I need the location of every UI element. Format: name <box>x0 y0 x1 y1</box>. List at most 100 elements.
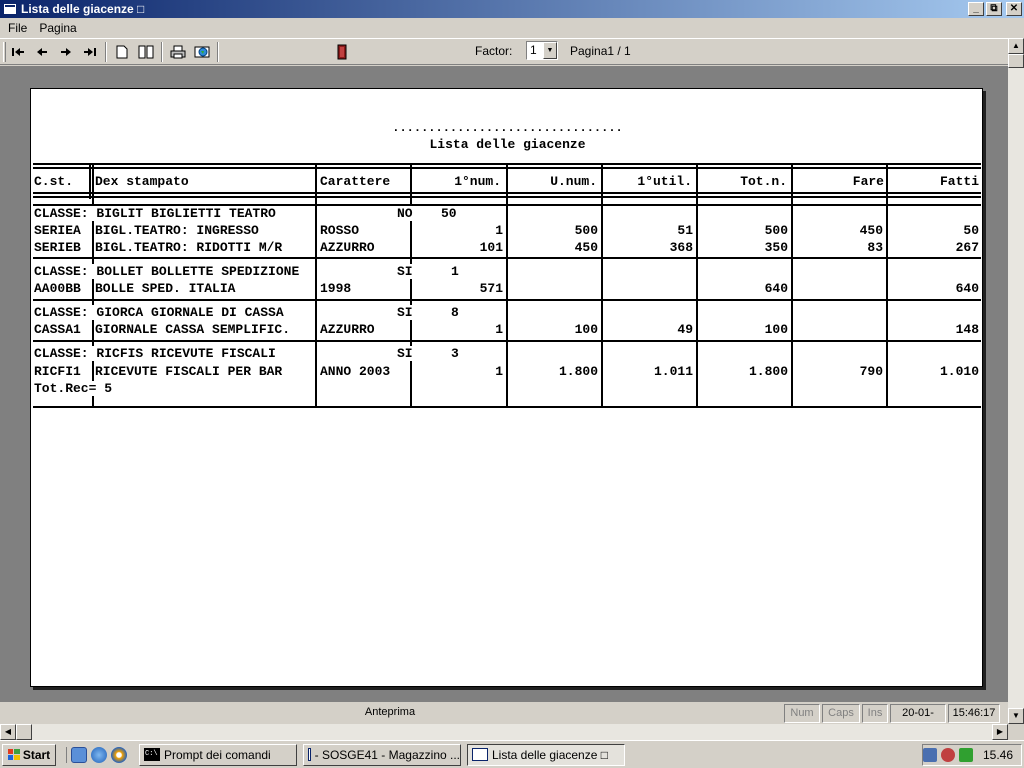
single-page-icon[interactable] <box>110 41 134 63</box>
task-label: Prompt dei comandi <box>164 747 271 762</box>
status-date: 20-01-2016 <box>890 703 946 723</box>
row-carattere: ROSSO <box>320 223 360 238</box>
clock[interactable]: 15.46 <box>983 748 1013 762</box>
print-icon[interactable] <box>166 41 190 63</box>
group-flag: SI <box>397 264 413 279</box>
row-totn: 1.800 <box>748 364 788 379</box>
export-icon[interactable] <box>190 41 214 63</box>
vertical-scroll-thumb[interactable] <box>1008 54 1024 68</box>
task-label: Lista delle giacenze □ <box>492 747 608 762</box>
update-icon[interactable] <box>958 748 973 762</box>
row-cst: RICFI1 <box>34 364 81 379</box>
column-header-1util: 1°util. <box>637 174 692 189</box>
quick-launch <box>66 746 127 763</box>
row-1util: 49 <box>677 322 693 337</box>
show-desktop-icon[interactable] <box>71 746 87 763</box>
toolbar-separator <box>161 41 163 62</box>
row-carattere: AZZURRO <box>320 240 375 255</box>
row-1num: 1 <box>495 223 503 238</box>
menu-file[interactable]: File <box>2 21 33 35</box>
row-fatti: 640 <box>955 281 979 296</box>
media-player-icon[interactable] <box>111 746 127 763</box>
internet-explorer-icon[interactable] <box>91 746 107 763</box>
row-totn: 350 <box>764 240 788 255</box>
row-1util: 1.011 <box>653 364 693 379</box>
row-dex: RICEVUTE FISCALI PER BAR <box>95 364 283 379</box>
horizontal-scrollbar[interactable]: ◀ ▶ <box>0 724 1008 740</box>
row-totn: 100 <box>764 322 788 337</box>
security-icon[interactable] <box>941 748 955 762</box>
row-fatti: 1.010 <box>939 364 979 379</box>
row-1num: 1 <box>495 364 503 379</box>
column-header-fare: Fare <box>852 174 884 189</box>
factor-select[interactable]: 1 ▼ <box>526 41 558 60</box>
row-dex: BIGL.TEATRO: INGRESSO <box>95 223 259 238</box>
close-button[interactable]: ✕ <box>1006 2 1022 16</box>
factor-value: 1 <box>530 43 537 57</box>
start-button[interactable]: Start <box>2 743 56 766</box>
row-dex: GIORNALE CASSA SEMPLIFIC. <box>95 322 291 337</box>
menu-bar: File Pagina <box>0 18 1024 38</box>
group-header-giorca: CLASSE: GIORCA GIORNALE DI CASSA <box>34 305 284 320</box>
status-mode: Anteprima <box>364 705 416 718</box>
task-label: - SOSGE41 - Magazzino ... <box>314 747 460 762</box>
scroll-right-icon[interactable]: ▶ <box>992 724 1008 740</box>
row-dex: BIGL.TEATRO: RIDOTTI M/R <box>95 240 283 255</box>
group-header-biglit: CLASSE: BIGLIT BIGLIETTI TEATRO <box>34 206 276 221</box>
row-totn: 640 <box>764 281 788 296</box>
scroll-down-icon[interactable]: ▼ <box>1008 708 1024 724</box>
restore-button[interactable]: ⧉ <box>986 2 1002 16</box>
factor-label: Factor: <box>475 44 513 58</box>
report-dots: ................................ <box>392 121 623 135</box>
scroll-left-icon[interactable]: ◀ <box>0 724 16 740</box>
next-page-icon[interactable] <box>54 41 78 63</box>
row-unum: 500 <box>574 223 598 238</box>
task-prompt[interactable]: C:\ Prompt dei comandi <box>139 743 297 766</box>
column-header-cst: C.st. <box>34 174 74 189</box>
row-fatti: 50 <box>963 223 979 238</box>
row-1util: 51 <box>677 223 693 238</box>
row-1num: 101 <box>479 240 503 255</box>
page-indicator: Pagina1 / 1 <box>570 44 631 58</box>
total-records: Tot.Rec= 5 <box>34 381 113 396</box>
row-1util: 368 <box>669 240 693 255</box>
column-header-unum: U.num. <box>550 174 597 189</box>
row-1num: 571 <box>479 281 503 296</box>
minimize-button[interactable]: _ <box>968 2 984 16</box>
column-header-dex: Dex stampato <box>95 174 189 189</box>
row-fatti: 267 <box>955 240 979 255</box>
two-pages-icon[interactable] <box>134 41 158 63</box>
menu-pagina[interactable]: Pagina <box>33 21 82 35</box>
first-page-icon[interactable] <box>6 41 30 63</box>
row-fatti: 148 <box>955 322 979 337</box>
exit-icon[interactable] <box>330 41 354 63</box>
status-ins: Ins <box>862 703 888 723</box>
row-cst: SERIEB <box>34 240 81 255</box>
task-sosge41[interactable]: - SOSGE41 - Magazzino ... <box>303 743 461 766</box>
window-title: Lista delle giacenze □ <box>21 2 145 16</box>
row-1num: 1 <box>495 322 503 337</box>
row-carattere: ANNO 2003 <box>320 364 391 379</box>
horizontal-scroll-thumb[interactable] <box>16 724 32 740</box>
windows-logo-icon <box>7 749 20 760</box>
toolbar-separator <box>105 41 107 62</box>
taskbar: Start C:\ Prompt dei comandi - SOSGE41 -… <box>0 740 1024 768</box>
row-cst: SERIEA <box>34 223 81 238</box>
preview-area[interactable]: ................................ Lista d… <box>0 66 1008 702</box>
window-icon <box>472 748 488 761</box>
task-lista-giacenze[interactable]: Lista delle giacenze □ <box>467 743 625 766</box>
row-carattere: 1998 <box>320 281 352 296</box>
prev-page-icon[interactable] <box>30 41 54 63</box>
last-page-icon[interactable] <box>78 41 102 63</box>
status-num: Num <box>784 703 820 723</box>
group-header-ricfis: CLASSE: RICFIS RICEVUTE FISCALI <box>34 346 276 361</box>
chevron-down-icon[interactable]: ▼ <box>543 42 557 59</box>
column-header-1num: 1°num. <box>454 174 501 189</box>
vertical-scrollbar[interactable]: ▲ ▼ <box>1008 38 1024 724</box>
status-caps: Caps <box>822 703 860 723</box>
scroll-up-icon[interactable]: ▲ <box>1008 38 1024 54</box>
row-fare: 790 <box>859 364 883 379</box>
network-icon[interactable] <box>923 748 937 762</box>
window-app-icon[interactable] <box>3 3 17 15</box>
title-bar[interactable]: Lista delle giacenze □ _ ⧉ ✕ <box>0 0 1024 18</box>
